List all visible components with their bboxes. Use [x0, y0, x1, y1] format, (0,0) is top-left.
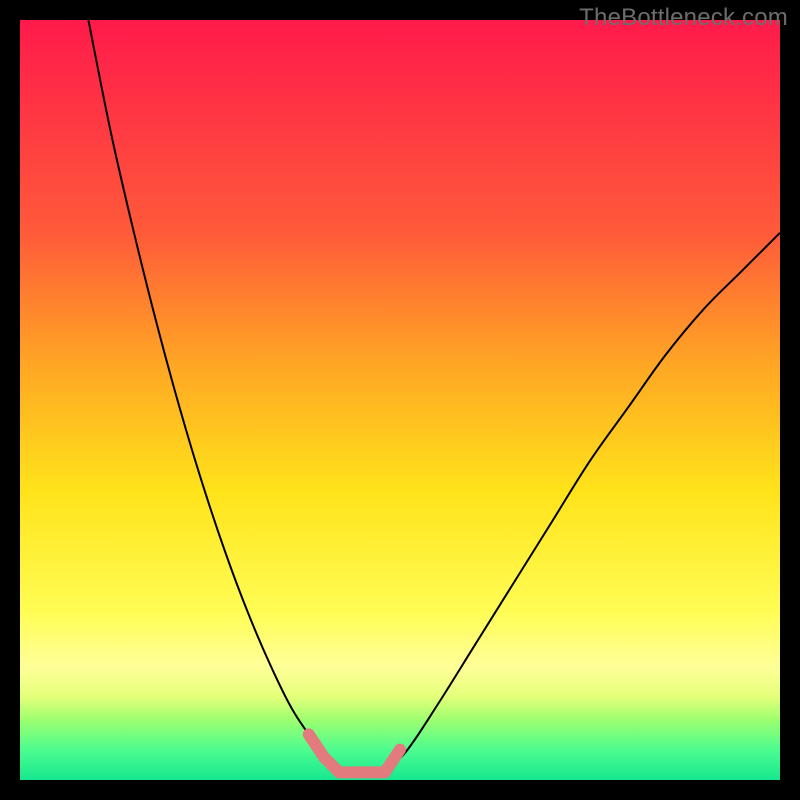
- right-curve-line: [385, 233, 780, 773]
- left-curve-line: [88, 20, 339, 772]
- chart-frame: TheBottleneck.com: [0, 0, 800, 800]
- chart-svg: [20, 20, 780, 780]
- optimal-range-marker: [309, 734, 400, 772]
